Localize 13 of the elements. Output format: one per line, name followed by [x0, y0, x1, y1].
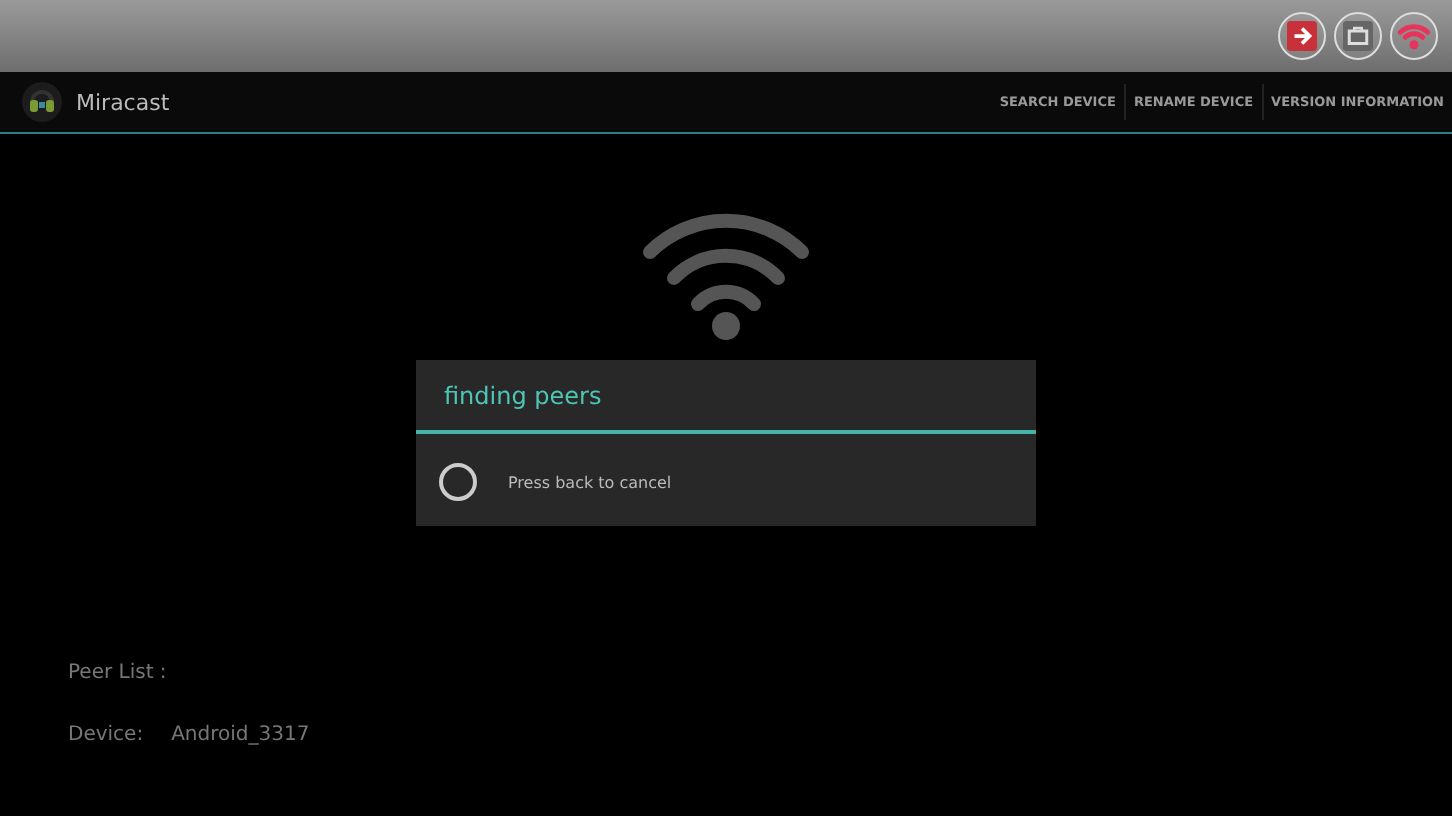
android-headphones-icon — [22, 82, 62, 122]
dialog-title: finding peers — [416, 360, 1036, 434]
spinner-icon — [438, 462, 478, 502]
dialog-message: Press back to cancel — [508, 473, 672, 491]
exit-icon — [1282, 16, 1322, 56]
peer-list-label: Peer List : — [68, 662, 167, 684]
system-button[interactable] — [1334, 12, 1382, 60]
exit-button[interactable] — [1278, 12, 1326, 60]
device-name: Android_3317 — [171, 724, 310, 746]
device-label: Device: — [68, 724, 144, 746]
system-button[interactable] — [1390, 12, 1438, 60]
briefcase-icon — [1338, 16, 1378, 56]
app-title: Miracast — [76, 89, 170, 115]
